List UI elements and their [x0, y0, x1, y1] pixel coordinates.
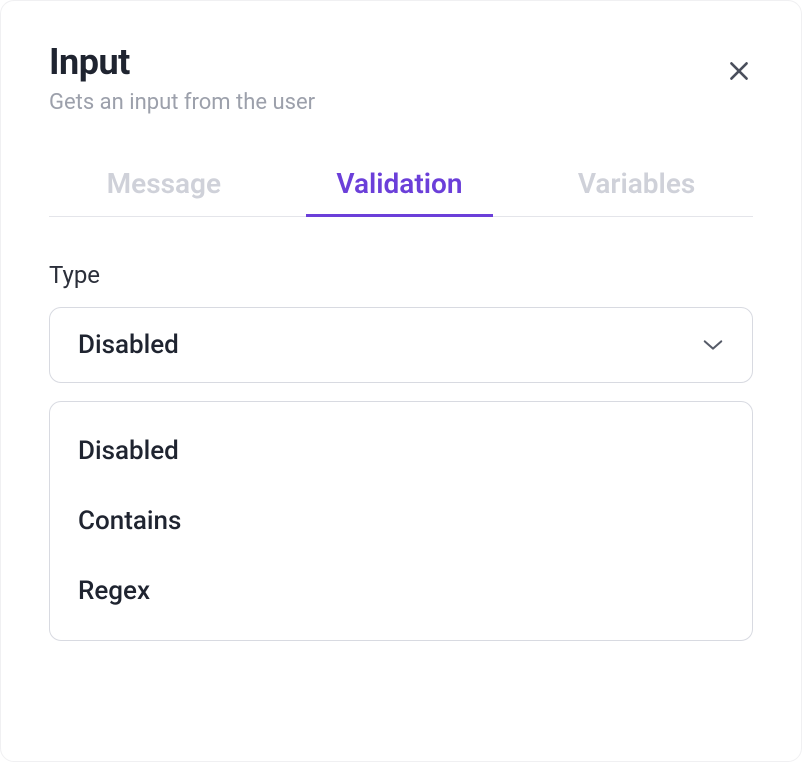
chevron-down-icon [702, 334, 724, 356]
close-button[interactable] [725, 59, 753, 87]
title-block: Input Gets an input from the user [49, 41, 315, 115]
type-select-value: Disabled [78, 330, 179, 360]
tab-message[interactable]: Message [99, 167, 229, 216]
panel-title: Input [49, 41, 315, 84]
dropdown-option-contains[interactable]: Contains [50, 486, 752, 556]
dropdown-option-disabled[interactable]: Disabled [50, 416, 752, 486]
input-config-panel: Input Gets an input from the user Messag… [0, 0, 802, 762]
type-select[interactable]: Disabled [49, 307, 753, 383]
type-field-section: Type Disabled Disabled Contains Regex [49, 261, 753, 641]
type-dropdown: Disabled Contains Regex [49, 401, 753, 641]
type-field-label: Type [49, 261, 753, 289]
tab-validation[interactable]: Validation [328, 167, 470, 216]
tab-variables[interactable]: Variables [570, 167, 703, 216]
tabs-bar: Message Validation Variables [49, 167, 753, 217]
close-icon [726, 58, 752, 88]
panel-header: Input Gets an input from the user [49, 41, 753, 115]
panel-subtitle: Gets an input from the user [49, 90, 315, 115]
dropdown-option-regex[interactable]: Regex [50, 556, 752, 626]
